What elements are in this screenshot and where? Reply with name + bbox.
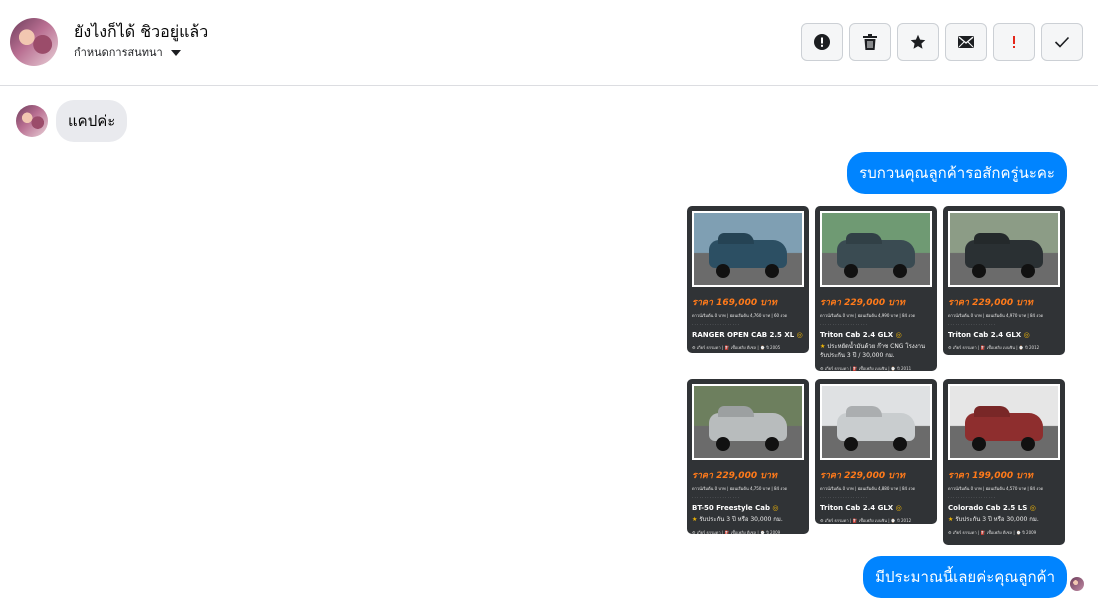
car-footer: ⚙ เกียร์ ธรรมดา | ⛽ เชื้อเพลิง เบนซิน | … <box>820 518 912 523</box>
car-photo <box>692 384 804 460</box>
check-icon <box>1054 36 1070 48</box>
incoming-message: แคปค่ะ <box>16 100 128 142</box>
car-finance-specs: ดาวน์เริ่มต้น 0 บาท | ผ่อนเริ่มต้น 4,970… <box>948 313 1044 318</box>
trash-icon <box>863 34 877 50</box>
car-listing-card[interactable]: ราคา 229,000 บาทดาวน์เริ่มต้น 0 บาท | ผ่… <box>815 379 937 524</box>
car-footer: ⚙ เกียร์ ธรรมดา | ⛽ เชื้อเพลิง เบนซิน | … <box>820 366 912 371</box>
outgoing-bubble[interactable]: มีประมาณนี้เลยค่ะคุณลูกค้า <box>863 556 1067 598</box>
verified-icon: ◎ <box>796 331 803 339</box>
star-icon: ★ <box>692 516 698 523</box>
car-model: Triton Cab 2.4 GLX ◎ <box>820 331 932 339</box>
car-finance-specs: ดาวน์เริ่มต้น 0 บาท | ผ่อนเริ่มต้น 4,990… <box>820 313 916 318</box>
car-model-label: Triton Cab 2.4 GLX <box>820 331 894 339</box>
car-listing-card[interactable]: ราคา 169,000 บาทดาวน์เริ่มต้น 0 บาท | ผ่… <box>687 206 809 353</box>
verified-icon: ◎ <box>895 504 902 512</box>
star-button[interactable] <box>897 23 939 61</box>
car-footer: ⚙ เกียร์ ธรรมดา | ⛽ เชื้อเพลิง เบนซิน | … <box>948 345 1040 350</box>
car-detail-line: · · · · · · · · · · · · · · · · · · · <box>692 495 740 500</box>
envelope-icon <box>958 36 974 48</box>
car-model: RANGER OPEN CAB 2.5 XL ◎ <box>692 331 804 339</box>
exclamation-icon <box>1013 36 1015 48</box>
car-promo: ★ รับประกัน 3 ปี หรือ 30,000 กม. <box>948 515 1060 524</box>
car-detail-line: · · · · · · · · · · · · · · · · · · · <box>948 322 996 327</box>
car-model-label: Triton Cab 2.4 GLX <box>948 331 1022 339</box>
car-detail-line: · · · · · · · · · · · · · · · · · · · <box>948 495 996 500</box>
incoming-bubble[interactable]: แคปค่ะ <box>56 100 128 142</box>
car-detail-line: · · · · · · · · · · · · · · · · · · · <box>820 495 868 500</box>
verified-icon: ◎ <box>1029 504 1036 512</box>
car-price: ราคา 229,000 บาท <box>820 298 905 308</box>
car-photo <box>692 211 804 287</box>
car-footer: ⚙ เกียร์ ธรรมดา | ⛽ เชื้อเพลิง ดีเซล | ⌚… <box>948 530 1037 535</box>
star-icon <box>910 34 926 49</box>
done-button[interactable] <box>1041 23 1083 61</box>
car-price: ราคา 169,000 บาท <box>692 298 777 308</box>
car-promo: ★ รับประกัน 3 ปี หรือ 30,000 กม. <box>692 515 804 524</box>
car-listing-card[interactable]: ราคา 229,000 บาทดาวน์เริ่มต้น 0 บาท | ผ่… <box>943 206 1065 355</box>
avatar[interactable] <box>10 18 58 66</box>
car-footer: ⚙ เกียร์ ธรรมดา | ⛽ เชื้อเพลิง ดีเซล | ⌚… <box>692 345 781 350</box>
conversation-label: กำหนดการสนทนา <box>74 46 163 59</box>
outgoing-bubble[interactable]: รบกวนคุณลูกค้ารอสักครู่นะคะ <box>847 152 1067 194</box>
car-promo-text: ประหยัดน้ำมันด้วย ก๊าซ CNG โรงงาน รับประ… <box>820 343 926 359</box>
car-finance-specs: ดาวน์เริ่มต้น 0 บาท | ผ่อนเริ่มต้น 4,570… <box>948 486 1044 491</box>
car-model-label: Triton Cab 2.4 GLX <box>820 504 894 512</box>
important-button[interactable] <box>993 23 1035 61</box>
verified-icon: ◎ <box>1023 331 1030 339</box>
verified-icon: ◎ <box>772 504 779 512</box>
car-promo: ★ ประหยัดน้ำมันด้วย ก๊าซ CNG โรงงาน รับป… <box>820 342 932 360</box>
car-price: ราคา 229,000 บาท <box>948 298 1033 308</box>
car-price: ราคา 229,000 บาท <box>820 471 905 481</box>
report-button[interactable] <box>801 23 843 61</box>
caret-down-icon <box>170 49 181 56</box>
car-listing-card[interactable]: ราคา 229,000 บาทดาวน์เริ่มต้น 0 บาท | ผ่… <box>687 379 809 534</box>
car-model: Colorado Cab 2.5 LS ◎ <box>948 504 1060 512</box>
car-model-label: RANGER OPEN CAB 2.5 XL <box>692 331 795 339</box>
car-model-label: Colorado Cab 2.5 LS <box>948 504 1028 512</box>
car-promo-text: รับประกัน 3 ปี หรือ 30,000 กม. <box>699 516 783 523</box>
star-icon: ★ <box>820 343 826 350</box>
car-model: Triton Cab 2.4 GLX ◎ <box>948 331 1060 339</box>
verified-icon: ◎ <box>895 331 902 339</box>
alert-circle-icon <box>814 34 830 50</box>
car-listing-card[interactable]: ราคา 229,000 บาทดาวน์เริ่มต้น 0 บาท | ผ่… <box>815 206 937 371</box>
car-finance-specs: ดาวน์เริ่มต้น 0 บาท | ผ่อนเริ่มต้น 4,880… <box>820 486 916 491</box>
car-footer: ⚙ เกียร์ ธรรมดา | ⛽ เชื้อเพลิง ดีเซล | ⌚… <box>692 530 781 534</box>
car-photo <box>948 384 1060 460</box>
car-promo-text: รับประกัน 3 ปี หรือ 30,000 กม. <box>955 516 1039 523</box>
car-photo <box>820 211 932 287</box>
car-price: ราคา 229,000 บาท <box>692 471 777 481</box>
car-listing-card[interactable]: ราคา 199,000 บาทดาวน์เริ่มต้น 0 บาท | ผ่… <box>943 379 1065 545</box>
car-detail-line: · · · · · · · · · · · · · · · · · · · <box>820 322 868 327</box>
conversation-title: ยังไงก็ได้ ชิวอยู่แล้ว <box>74 22 209 41</box>
car-photo <box>948 211 1060 287</box>
car-finance-specs: ดาวน์เริ่มต้น 0 บาท | ผ่อนเริ่มต้น 4,750… <box>692 486 788 491</box>
sender-avatar[interactable] <box>16 105 48 137</box>
conversation-header: ยังไงก็ได้ ชิวอยู่แล้ว กำหนดการสนทนา <box>0 0 1098 86</box>
car-photo <box>820 384 932 460</box>
mail-button[interactable] <box>945 23 987 61</box>
car-detail-line: · · · · · · · · · · · · · · · · · · · <box>692 322 740 327</box>
car-model: Triton Cab 2.4 GLX ◎ <box>820 504 932 512</box>
car-model-label: BT-50 Freestyle Cab <box>692 504 770 512</box>
delete-button[interactable] <box>849 23 891 61</box>
car-finance-specs: ดาวน์เริ่มต้น 0 บาท | ผ่อนเริ่มต้น 4,760… <box>692 313 788 318</box>
seen-avatar <box>1070 577 1084 591</box>
header-actions <box>801 23 1083 61</box>
car-price: ราคา 199,000 บาท <box>948 471 1033 481</box>
conversation-label-dropdown[interactable]: กำหนดการสนทนา <box>74 43 181 61</box>
star-icon: ★ <box>948 516 954 523</box>
car-model: BT-50 Freestyle Cab ◎ <box>692 504 804 512</box>
